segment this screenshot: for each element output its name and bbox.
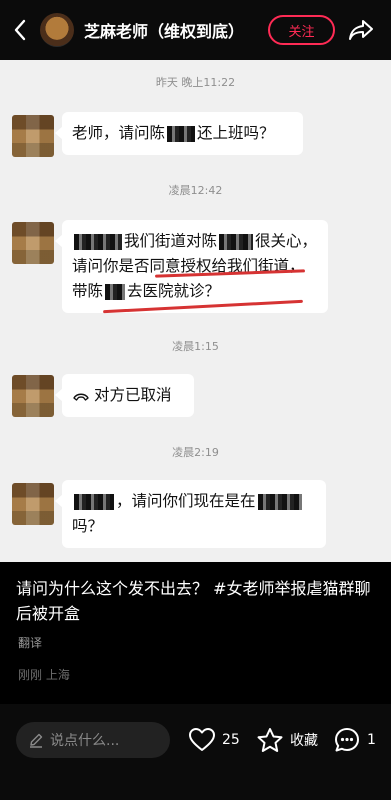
redaction-mask — [257, 493, 302, 510]
redaction-mask — [219, 233, 254, 250]
like-button[interactable]: 25 — [188, 722, 240, 758]
phone-icon — [73, 393, 89, 401]
like-count: 25 — [222, 732, 240, 748]
message-text: ，请问你们现在是在 — [116, 492, 256, 510]
avatar — [12, 222, 54, 264]
redaction-mask — [167, 125, 196, 142]
redaction-mask — [105, 283, 126, 300]
favorite-button[interactable]: 收藏 — [256, 722, 318, 758]
message-text: 老师，请问陈 — [72, 124, 166, 142]
redaction-mask — [74, 493, 114, 510]
top-bar: 芝麻老师（维权到底） 关注 — [0, 0, 391, 60]
follow-button[interactable]: 关注 — [268, 15, 335, 45]
message-text: 吗？ — [72, 517, 104, 535]
share-button[interactable] — [346, 15, 376, 45]
comment-input[interactable]: 说点什么... — [16, 722, 170, 758]
chat-screenshot: 昨天 晚上11:22 老师，请问陈 还上班吗？ 凌晨12:42 我们街道对陈 很关心… — [0, 60, 391, 562]
favorite-label: 收藏 — [290, 733, 318, 749]
comment-placeholder: 说点什么... — [50, 733, 120, 749]
avatar — [12, 375, 54, 417]
post-meta: 刚刚 上海 — [18, 668, 70, 682]
chevron-left-icon — [14, 19, 26, 41]
share-icon — [349, 20, 373, 40]
message-text: 我们街道对陈 — [124, 232, 218, 250]
comment-count: 1 — [367, 732, 376, 748]
comment-bubble-icon — [335, 728, 359, 752]
translate-link[interactable]: 翻译 — [18, 634, 42, 651]
redaction-mask — [74, 233, 122, 250]
message-bubble: ，请问你们现在是在吗？ — [55, 480, 326, 548]
call-bubble: 对方已取消 — [55, 374, 194, 417]
caption-text: 请问为什么这个发不出去？ — [16, 579, 209, 598]
red-underline — [103, 299, 303, 314]
message-text: 去医院就诊？ — [127, 282, 221, 300]
author-avatar[interactable] — [40, 13, 74, 47]
message-bubble: 老师，请问陈 还上班吗？ — [55, 112, 303, 155]
star-icon — [257, 727, 283, 752]
author-name[interactable]: 芝麻老师（维权到底） — [84, 18, 244, 42]
back-button[interactable] — [0, 0, 40, 60]
post-caption: 请问为什么这个发不出去？ #女老师举报虐猫群聊后被开盒 — [16, 576, 381, 626]
avatar — [12, 483, 54, 525]
pencil-icon — [30, 733, 43, 748]
timestamp: 凌晨12:42 — [168, 184, 223, 197]
avatar — [12, 115, 54, 157]
call-status-text: 对方已取消 — [94, 386, 172, 404]
message-text: 还上班吗？ — [197, 124, 275, 142]
comment-button[interactable]: 1 — [333, 722, 376, 758]
heart-icon — [189, 728, 215, 751]
bottom-bar: 说点什么... 25 收藏 1 — [0, 704, 391, 800]
timestamp: 昨天 晚上11:22 — [155, 76, 236, 89]
timestamp: 凌晨2:19 — [172, 446, 219, 459]
timestamp: 凌晨1:15 — [172, 340, 219, 353]
message-bubble: 我们街道对陈 很关心，请问你是否同意授权给我们街道，带陈 去医院就诊？ — [55, 220, 328, 314]
